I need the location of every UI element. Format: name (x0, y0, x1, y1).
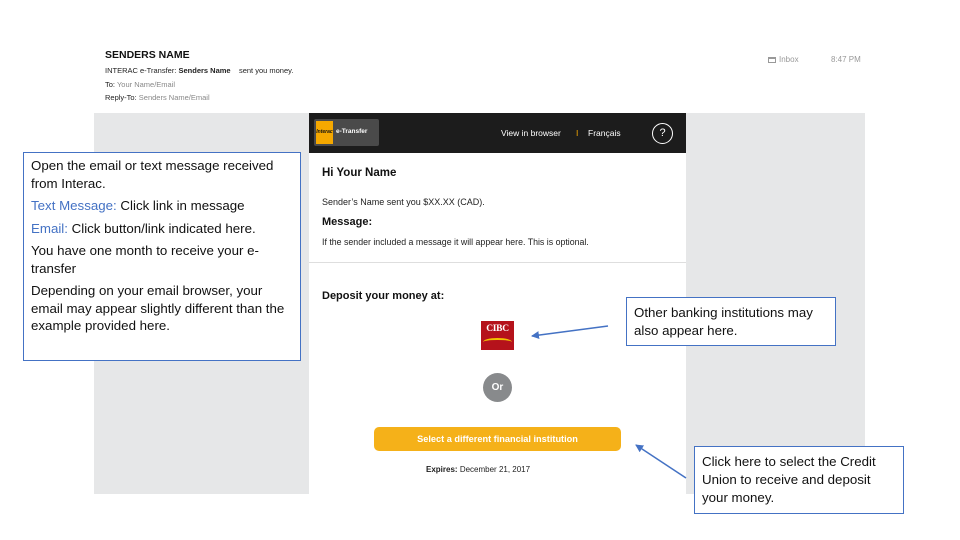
or-divider-badge: Or (483, 373, 512, 402)
interac-logo-mark: Interac (316, 121, 333, 144)
francais-link[interactable]: Français (588, 128, 621, 138)
view-in-browser-link[interactable]: View in browser (501, 128, 561, 138)
select-different-institution-button[interactable]: Select a different financial institution (374, 427, 621, 451)
subject-line: INTERAC e-Transfer: Senders Name sent yo… (105, 66, 293, 75)
instructions-browser-note: Depending on your email browser, your em… (31, 283, 285, 333)
text-message-detail: Click link in message (116, 198, 245, 213)
to-line: To: Your Name/Email (105, 80, 175, 89)
instructions-intro: Open the email or text message received … (31, 158, 274, 191)
to-label: To: (105, 80, 116, 89)
expiry-line: Expires: December 21, 2017 (426, 465, 530, 474)
message-text: If the sender included a message it will… (322, 237, 589, 247)
help-icon[interactable]: ? (652, 123, 673, 144)
subject-sender: Senders Name (178, 66, 231, 75)
instructions-email: Email: Click button/link indicated here. (31, 220, 294, 238)
inbox-icon (768, 56, 776, 63)
email-label: Email: (31, 220, 68, 236)
expires-date: December 21, 2017 (459, 465, 531, 474)
subject-prefix: INTERAC e-Transfer: (105, 66, 179, 75)
credit-union-callout: Click here to select the Credit Union to… (694, 446, 904, 514)
other-banks-callout: Other banking institutions may also appe… (626, 297, 836, 346)
instructions-text-message: Text Message: Click link in message (31, 197, 294, 215)
received-time: 8:47 PM (831, 55, 861, 64)
content-divider (309, 262, 686, 263)
text-message-label: Text Message: (31, 198, 117, 213)
greeting: Hi Your Name (322, 167, 397, 179)
reply-to-label: Reply-To: (105, 93, 137, 102)
etransfer-logo-text: e-Transfer (336, 128, 368, 135)
to-value: Your Name/Email (116, 80, 176, 89)
instructions-one-month: You have one month to receive your e-tra… (31, 243, 259, 276)
header-separator: I (576, 128, 579, 138)
subject-suffix: sent you money. (238, 66, 294, 75)
email-detail: Click button/link indicated here. (67, 220, 256, 236)
cibc-bank-logo[interactable]: CIBC (481, 321, 514, 350)
inbox-folder-tag[interactable]: Inbox (768, 55, 799, 64)
cibc-logo-text: CIBC (486, 324, 509, 334)
instructions-callout: Open the email or text message received … (23, 152, 301, 361)
reply-to-value: Senders Name/Email (138, 93, 210, 102)
expires-label: Expires: (426, 465, 458, 474)
inbox-label: Inbox (779, 55, 799, 64)
deposit-heading: Deposit your money at: (322, 290, 445, 302)
message-heading: Message: (322, 216, 373, 228)
cibc-swoosh-icon (483, 338, 512, 346)
sender-name: SENDERS NAME (105, 49, 190, 61)
reply-to-line: Reply-To: Senders Name/Email (105, 93, 210, 102)
amount-sent-line: Sender’s Name sent you $XX.XX (CAD). (322, 197, 485, 207)
